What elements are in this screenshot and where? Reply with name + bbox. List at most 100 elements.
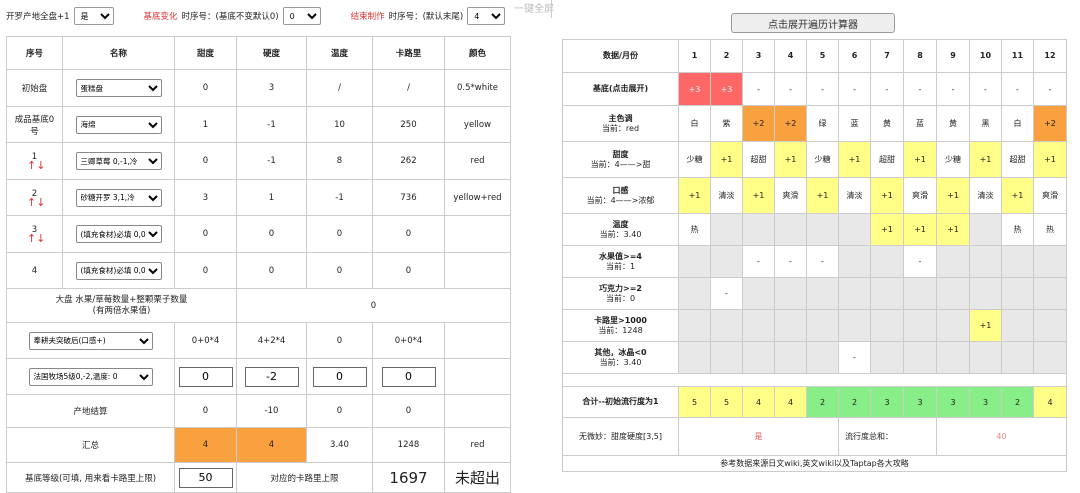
month-cell: +2 [774, 105, 807, 142]
ingredient-select[interactable]: 海绵 [75, 115, 162, 134]
month-cell [1033, 277, 1067, 310]
level-row: 基底等级(可填, 用来看卡路里上限) 对应的卡路里上限 1697 未超出 [6, 462, 511, 493]
month-header-12: 12 [1033, 39, 1067, 73]
month-cell: 超甜 [1001, 141, 1034, 178]
table-row: 成品基底0号 海绵 1 -1 10 250 yellow [6, 106, 511, 143]
extra-row: 奉耕夫突破后(口感+) 0+0*4 4+2*4 0 0+0*4 [6, 322, 511, 359]
extra-temp: 0 [306, 322, 373, 359]
farm-select[interactable]: 法国牧场5级0,-2,温度: 0 [28, 367, 153, 386]
month-cell [1001, 245, 1034, 278]
farm-temp-input[interactable] [312, 366, 367, 387]
ingredient-select[interactable]: (填充食材)必填 0,0 [75, 225, 162, 243]
row-name-cell: 砂糖开罗 3,1,冷 [62, 179, 175, 216]
divider [551, 0, 552, 18]
month-cell [806, 213, 839, 246]
month-header-8: 8 [903, 39, 937, 73]
row-hard: 1 [236, 179, 307, 216]
month-cell: - [870, 72, 904, 106]
ingredient-select[interactable]: 砂糖开罗 3,1,冷 [75, 188, 162, 207]
month-cell [678, 245, 711, 278]
row-index-cell: 2 ↑↓ [6, 179, 63, 216]
month-table: 数据/月份 1 2 3 4 5 6 7 8 9 10 11 12 基底(点击展开) +3 +3- - - - - -… [562, 39, 1067, 472]
row-current: 当前：3.40 [599, 229, 642, 239]
row-calorie: 0 [372, 215, 445, 253]
month-cell [969, 341, 1002, 374]
month-cell [1033, 341, 1067, 374]
month-cell: - [806, 72, 839, 106]
nowei-label: 无微妙：甜度硬度[3,5] [562, 417, 679, 456]
month-cell: 超甜 [742, 141, 775, 178]
month-cell: +3 [710, 72, 743, 106]
end-make-select[interactable]: 4 [467, 7, 506, 25]
month-cell [870, 341, 904, 374]
month-cell: 黑 [969, 105, 1002, 142]
month-cell: +1 [1033, 141, 1067, 178]
row-title: 卡路里>1000 [594, 315, 647, 325]
row-name-cell: 蛋糕盘 [62, 69, 175, 107]
farm-calorie-input[interactable] [381, 366, 436, 387]
month-data-row: 主色调 当前：red 白紫 +2 +2 绿蓝黄蓝黄黑白 +2 [562, 105, 1067, 142]
month-header-row: 数据/月份 1 2 3 4 5 6 7 8 9 10 11 12 [562, 39, 1067, 73]
month-cell: - [710, 277, 743, 310]
month-total-cell: 2 [1001, 386, 1034, 418]
ingredient-select[interactable]: 三卿草莓 0,-1,冷 [75, 152, 162, 170]
row-color: yellow+red [444, 179, 511, 216]
month-cell [936, 309, 970, 342]
full-plate-select[interactable]: 是 [73, 7, 114, 25]
month-cell: +1 [870, 177, 904, 214]
ingredient-select[interactable]: 蛋糕盘 [75, 79, 162, 97]
source-note: 参考数据来源日文wiki,英文wiki以及Taptap各大攻略 [562, 455, 1067, 472]
month-total-cell: 3 [903, 386, 937, 418]
month-cell [969, 213, 1002, 246]
row-hard: 0 [236, 215, 307, 253]
talent-select[interactable]: 奉耕夫突破后(口感+) [28, 331, 153, 350]
month-header-label: 数据/月份 [562, 39, 679, 73]
big-plate-value: 0 [236, 288, 511, 323]
month-cell: +1 [678, 177, 711, 214]
month-cell: - [742, 245, 775, 278]
row-current: 当前：1 [605, 261, 636, 271]
month-cell: - [774, 72, 807, 106]
month-cell: +1 [710, 141, 743, 178]
month-cell [678, 277, 711, 310]
row-hard: 0 [236, 252, 307, 289]
row-calorie: 736 [372, 179, 445, 216]
farm-hard-input[interactable] [244, 366, 299, 387]
row-temp: -1 [306, 179, 373, 216]
table-row: 4 (填充食材)必填 0,0 0 0 0 0 [6, 252, 511, 289]
month-data-row: 温度 当前：3.40 热 +1 +1 +1 热热 [562, 213, 1067, 246]
row-index-cell: 1 ↑↓ [6, 142, 63, 180]
row-hard: -1 [236, 106, 307, 143]
row-name-cell: 三卿草莓 0,-1,冷 [62, 142, 175, 180]
ingredient-select[interactable]: (填充食材)必填 0,0 [75, 261, 162, 280]
level-input[interactable] [178, 467, 233, 488]
swap-arrows-icon[interactable]: ↑↓ [8, 197, 62, 208]
base-change-select[interactable]: 0 [282, 7, 321, 25]
month-cell: - [838, 72, 871, 106]
month-cell: +1 [774, 141, 807, 178]
month-row-label: 甜度 当前：4——>甜 [562, 141, 679, 178]
month-total-cell: 5 [678, 386, 711, 418]
month-cell [1001, 341, 1034, 374]
month-total-cell: 4 [1033, 386, 1067, 418]
row-sweet: 0 [174, 69, 237, 107]
month-cell [710, 341, 743, 374]
row-title: 基底(点击展开) [592, 84, 649, 93]
swap-arrows-icon[interactable]: ↑↓ [8, 233, 62, 244]
row-temp: 8 [306, 142, 373, 180]
row-current: 当前：1248 [598, 325, 643, 335]
month-row-label[interactable]: 基底(点击展开) [562, 72, 679, 106]
month-total-row: 合计--初始流行度为1 554422333324 [562, 386, 1067, 418]
place-label: 产地结算 [6, 394, 175, 428]
row-title: 水果值>=4 [599, 251, 642, 261]
month-cell [742, 277, 775, 310]
month-cell: 黄 [936, 105, 970, 142]
expand-calculator-button[interactable]: 点击展开遍历计算器 [731, 13, 895, 33]
farm-sweet-input[interactable] [178, 366, 233, 387]
row-temp: 10 [306, 106, 373, 143]
fullscreen-button[interactable]: 一键全屏 [514, 0, 554, 15]
month-header-1: 1 [678, 39, 711, 73]
month-cell [870, 277, 904, 310]
month-cell: - [903, 72, 937, 106]
swap-arrows-icon[interactable]: ↑↓ [8, 160, 62, 171]
